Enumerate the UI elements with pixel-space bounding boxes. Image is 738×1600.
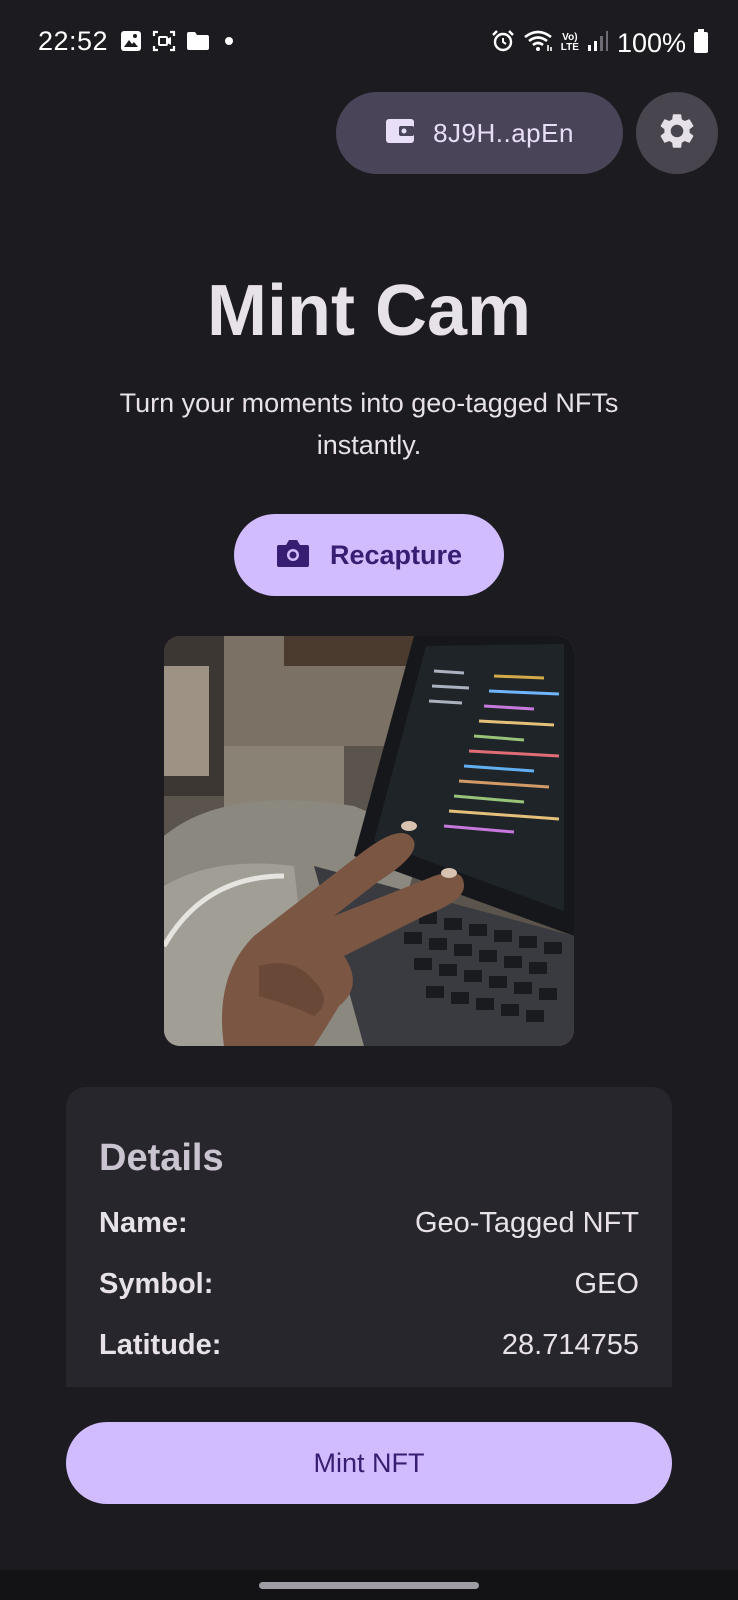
recapture-button[interactable]: Recapture: [234, 514, 504, 596]
battery-icon: [694, 28, 708, 58]
wifi-icon: [523, 29, 553, 58]
settings-button[interactable]: [636, 92, 718, 174]
screen-record-icon: [152, 30, 176, 57]
wallet-icon: [385, 118, 415, 149]
folder-icon: [186, 31, 210, 56]
status-bar: 22:52 Vo) LTE 100%: [0, 0, 738, 88]
app-screen: 22:52 Vo) LTE 100% 8J9H..apEn Mint Cam T…: [0, 0, 738, 1600]
recapture-label: Recapture: [329, 539, 463, 570]
detail-label: Symbol:: [99, 1268, 214, 1300]
details-title: Details: [99, 1137, 224, 1179]
detail-value: Geo-Tagged NFT: [414, 1207, 639, 1239]
detail-value: 28.714755: [501, 1329, 639, 1361]
status-right-icons: Vo) LTE 100%: [491, 26, 708, 60]
page-title: Mint Cam: [207, 271, 531, 351]
wallet-address-button[interactable]: 8J9H..apEn: [336, 92, 623, 174]
battery-percentage: 100%: [616, 27, 686, 58]
detail-value: GEO: [574, 1268, 639, 1300]
detail-row-latitude: Latitude: 28.714755: [99, 1329, 639, 1369]
detail-row-symbol: Symbol: GEO: [99, 1268, 639, 1308]
gear-icon: [656, 110, 698, 157]
mint-nft-button[interactable]: Mint NFT: [66, 1422, 672, 1504]
captured-photo: [164, 636, 574, 1046]
detail-label: Latitude:: [99, 1329, 222, 1361]
gallery-icon: [120, 30, 142, 57]
volte-icon: Vo) LTE: [560, 32, 579, 53]
alarm-icon: [491, 29, 515, 58]
home-indicator[interactable]: [259, 1582, 479, 1589]
wallet-address-label: 8J9H..apEn: [433, 117, 574, 148]
details-card: Details Name: Geo-Tagged NFT Symbol: GEO…: [66, 1087, 672, 1387]
status-time: 22:52: [38, 26, 109, 56]
notification-dot-icon: [220, 32, 238, 55]
camera-icon: [276, 538, 310, 573]
detail-label: Name:: [99, 1207, 188, 1239]
detail-row-name: Name: Geo-Tagged NFT: [99, 1207, 639, 1247]
signal-icon: [587, 30, 609, 57]
mint-nft-label: Mint NFT: [313, 1447, 425, 1478]
page-subtitle: Turn your moments into geo-tagged NFTs i…: [119, 388, 619, 460]
status-left-icons: [120, 30, 238, 56]
